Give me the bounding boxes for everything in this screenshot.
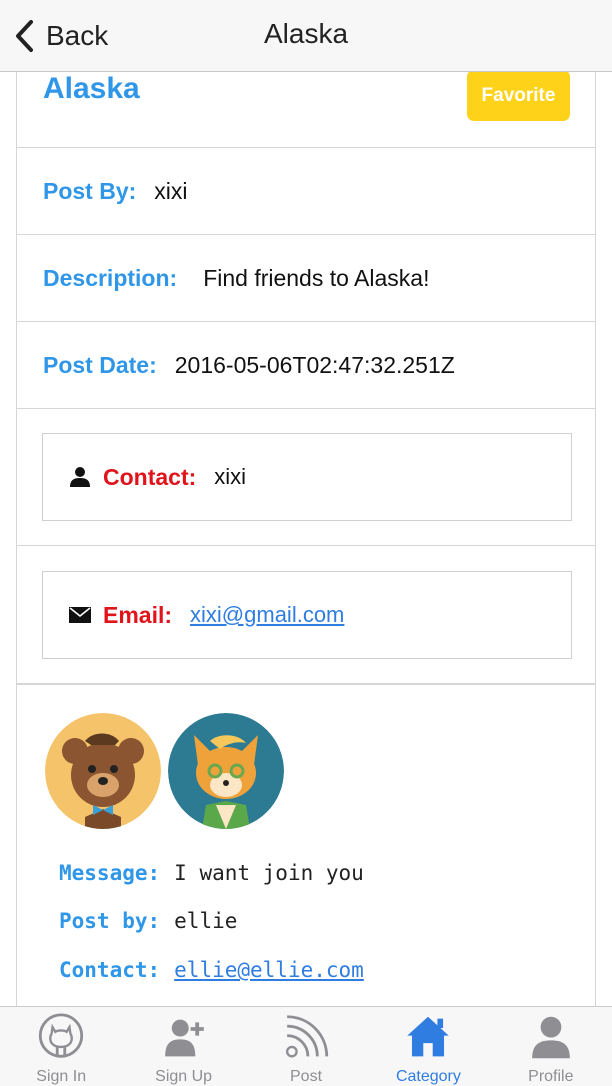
message-line: Message: I want join you bbox=[59, 861, 364, 885]
post-date-row: Post Date: 2016-05-06T02:47:32.251Z bbox=[17, 322, 595, 409]
post-date-value: 2016-05-06T02:47:32.251Z bbox=[174, 351, 455, 378]
message-contact-line: Contact: ellie@ellie.com bbox=[59, 958, 364, 982]
envelope-icon bbox=[69, 604, 91, 626]
bear-avatar bbox=[45, 713, 161, 829]
navigation-bar: Back Alaska bbox=[0, 0, 612, 72]
post-title: Alaska bbox=[43, 72, 140, 105]
description-label: Description: bbox=[43, 264, 178, 291]
tab-label: Sign In bbox=[36, 1068, 87, 1085]
message-contact-label: Contact: bbox=[59, 958, 161, 982]
favorite-button[interactable]: Favorite bbox=[467, 72, 570, 121]
tab-bar: Sign In Sign Up Post Category Profile bbox=[0, 1006, 612, 1086]
tab-label: Profile bbox=[528, 1068, 574, 1085]
message-item: Message: I want join you Post by: ellie … bbox=[17, 684, 595, 1006]
add-user-icon bbox=[164, 1019, 204, 1057]
contact-label: Contact: bbox=[103, 463, 197, 490]
post-by-row: Post By: xixi bbox=[17, 148, 595, 235]
tab-sign-up[interactable]: Sign Up bbox=[122, 1007, 244, 1086]
post-by-label: Post By: bbox=[43, 177, 137, 204]
page-title: Alaska bbox=[263, 18, 349, 49]
email-label: Email: bbox=[103, 601, 173, 628]
message-post-by-value: ellie bbox=[174, 909, 238, 933]
github-icon bbox=[39, 1013, 84, 1058]
email-link[interactable]: xixi@gmail.com bbox=[190, 602, 344, 628]
contact-value: xixi bbox=[214, 464, 247, 489]
contact-row: Contact: xixi bbox=[17, 408, 595, 546]
message-author-line: Post by: ellie bbox=[59, 909, 237, 933]
post-header: Alaska Favorite bbox=[17, 72, 595, 148]
post-date-label: Post Date: bbox=[43, 351, 157, 378]
tab-sign-in[interactable]: Sign In bbox=[0, 1007, 122, 1086]
fox-avatar bbox=[168, 713, 284, 829]
person-icon bbox=[531, 1016, 570, 1059]
rss-icon bbox=[285, 1015, 329, 1058]
email-row: Email: xixi@gmail.com bbox=[17, 546, 595, 684]
tab-category[interactable]: Category bbox=[367, 1007, 489, 1086]
home-icon bbox=[407, 1016, 450, 1057]
post-by-value: xixi bbox=[154, 177, 188, 204]
tab-label: Category bbox=[395, 1068, 461, 1085]
tab-profile[interactable]: Profile bbox=[490, 1007, 612, 1086]
message-label: Message: bbox=[59, 861, 161, 885]
post-detail: Alaska Favorite Post By: xixi Descriptio… bbox=[16, 72, 596, 1006]
message-post-by-label: Post by: bbox=[59, 909, 161, 933]
contact-card: Contact: xixi bbox=[42, 433, 572, 521]
person-icon bbox=[69, 466, 91, 488]
message-value: I want join you bbox=[174, 861, 364, 885]
description-row: Description: Find friends to Alaska! bbox=[17, 235, 595, 322]
tab-post[interactable]: Post bbox=[245, 1007, 367, 1086]
tab-label: Sign Up bbox=[155, 1068, 213, 1085]
tab-label: Post bbox=[290, 1068, 323, 1085]
description-value: Find friends to Alaska! bbox=[203, 264, 430, 291]
message-contact-link[interactable]: ellie@ellie.com bbox=[174, 958, 364, 982]
email-card: Email: xixi@gmail.com bbox=[42, 571, 572, 659]
